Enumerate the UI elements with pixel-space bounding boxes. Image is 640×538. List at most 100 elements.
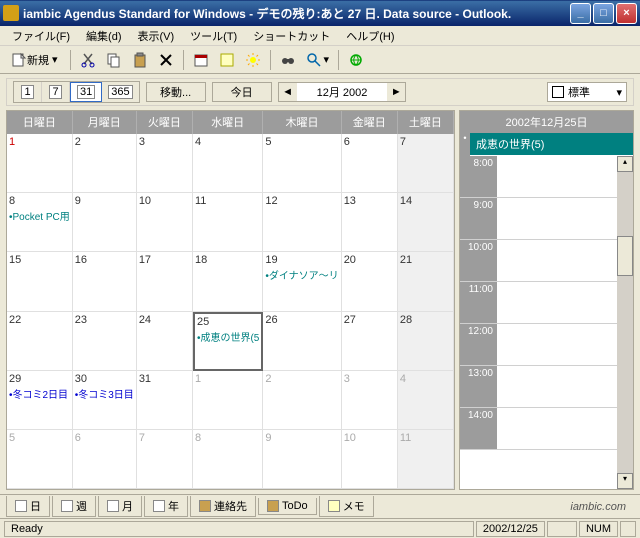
calendar-cell[interactable]: 21 [398,252,454,311]
calendar-cell[interactable]: 17 [137,252,193,311]
calendar-header: 水曜日 [193,111,263,134]
tab-todo[interactable]: ToDo [258,498,317,515]
calendar-cell[interactable]: 14 [398,193,454,252]
calendar-cell[interactable]: 10 [342,430,398,489]
calendar-cell[interactable]: 4 [398,371,454,430]
style-combo[interactable]: 標準 [547,82,627,102]
day-hour-row[interactable]: 12:00 [460,324,617,366]
calendar-cell[interactable]: 12 [263,193,341,252]
tab-month[interactable]: 月 [98,496,142,517]
calendar-cell[interactable]: 5 [263,134,341,193]
brand-label: iambic.com [570,501,634,513]
menu-shortcut[interactable]: ショートカット [245,26,338,46]
calendar-cell[interactable]: 2 [73,134,137,193]
day-icon [15,500,27,512]
tab-year[interactable]: 年 [144,496,188,517]
range-31-button[interactable]: 31 [70,82,102,102]
range-1-button[interactable]: 1 [14,82,42,102]
calendar-cell[interactable]: 29•冬コミ2日目 [7,371,73,430]
contacts-icon [199,500,211,512]
week-icon [61,500,73,512]
calendar-cell[interactable]: 7 [398,134,454,193]
tab-memo[interactable]: メモ [319,496,374,517]
scrollbar[interactable]: ▴ ▾ [617,156,633,489]
zoom-button[interactable]: ▾ [302,49,334,71]
calendar-cell[interactable]: 25•成恵の世界(5 [193,312,263,371]
menu-tools[interactable]: ツール(T) [182,26,245,46]
tab-contacts[interactable]: 連絡先 [190,496,256,517]
calendar-cell[interactable]: 10 [137,193,193,252]
menu-view[interactable]: 表示(V) [130,26,183,46]
maximize-button[interactable]: □ [593,3,614,24]
calendar-cell[interactable]: 13 [342,193,398,252]
todo-icon [267,500,279,512]
day-hour-row[interactable]: 13:00 [460,366,617,408]
calendar-cell[interactable]: 26 [263,312,341,371]
calendar-cell[interactable]: 8 [193,430,263,489]
new-button[interactable]: 新規 ▾ [4,49,65,71]
calendar-cell[interactable]: 11 [398,430,454,489]
calendar-cell[interactable]: 3 [137,134,193,193]
calendar-cell[interactable]: 1 [7,134,73,193]
calendar-cell[interactable]: 24 [137,312,193,371]
day-hour-row[interactable]: 14:00 [460,408,617,450]
day-event[interactable]: 成恵の世界(5) [470,133,633,156]
month-calendar: 日曜日月曜日火曜日水曜日木曜日金曜日土曜日12345678•Pocket PC用… [6,110,455,490]
calendar-cell[interactable]: 30•冬コミ3日目 [73,371,137,430]
find-button[interactable] [276,49,300,71]
day-hour-row[interactable]: 11:00 [460,282,617,324]
day-hour-row[interactable]: 10:00 [460,240,617,282]
delete-button[interactable] [154,49,178,71]
close-button[interactable]: × [616,3,637,24]
move-button[interactable]: 移動... [146,82,206,102]
sun-button[interactable] [241,49,265,71]
tab-day[interactable]: 日 [6,496,50,517]
calendar-cell[interactable]: 28 [398,312,454,371]
calendar-cell[interactable]: 18 [193,252,263,311]
range-365-button[interactable]: 365 [102,82,138,102]
paste-button[interactable] [128,49,152,71]
calendar-cell[interactable]: 9 [73,193,137,252]
range-7-button[interactable]: 7 [42,82,70,102]
menu-file[interactable]: ファイル(F) [4,26,78,46]
prev-month-button[interactable]: ◄ [279,83,297,101]
calendar-cell[interactable]: 23 [73,312,137,371]
day-timeline[interactable]: 8:009:0010:0011:0012:0013:0014:00 [460,156,617,489]
calendar-cell[interactable]: 31 [137,371,193,430]
calendar-cell[interactable]: 4 [193,134,263,193]
note-button[interactable] [215,49,239,71]
calendar-cell[interactable]: 2 [263,371,341,430]
calendar-cell[interactable]: 6 [73,430,137,489]
menu-edit[interactable]: 編集(d) [78,26,129,46]
menu-help[interactable]: ヘルプ(H) [338,26,402,46]
minimize-button[interactable]: _ [570,3,591,24]
month-icon [107,500,119,512]
calendar-cell[interactable]: 7 [137,430,193,489]
dropdown-icon: ▾ [52,53,58,66]
link-icon [348,52,364,68]
cut-button[interactable] [76,49,100,71]
calendar-cell[interactable]: 3 [342,371,398,430]
link-button[interactable] [344,49,368,71]
next-month-button[interactable]: ► [387,83,405,101]
sun-icon [245,52,261,68]
calendar-cell[interactable]: 8•Pocket PC用 [7,193,73,252]
calendar-cell[interactable]: 19•ダイナソア～リ [263,252,341,311]
calendar-cell[interactable]: 22 [7,312,73,371]
calendar-button[interactable] [189,49,213,71]
tab-week[interactable]: 週 [52,496,96,517]
calendar-cell[interactable]: 16 [73,252,137,311]
calendar-cell[interactable]: 27 [342,312,398,371]
day-hour-row[interactable]: 8:00 [460,156,617,198]
calendar-cell[interactable]: 9 [263,430,341,489]
calendar-cell[interactable]: 20 [342,252,398,311]
calendar-cell[interactable]: 15 [7,252,73,311]
day-header: 2002年12月25日 [460,111,633,133]
calendar-cell[interactable]: 6 [342,134,398,193]
calendar-cell[interactable]: 11 [193,193,263,252]
calendar-cell[interactable]: 5 [7,430,73,489]
day-hour-row[interactable]: 9:00 [460,198,617,240]
today-button[interactable]: 今日 [212,82,272,102]
copy-button[interactable] [102,49,126,71]
calendar-cell[interactable]: 1 [193,371,263,430]
